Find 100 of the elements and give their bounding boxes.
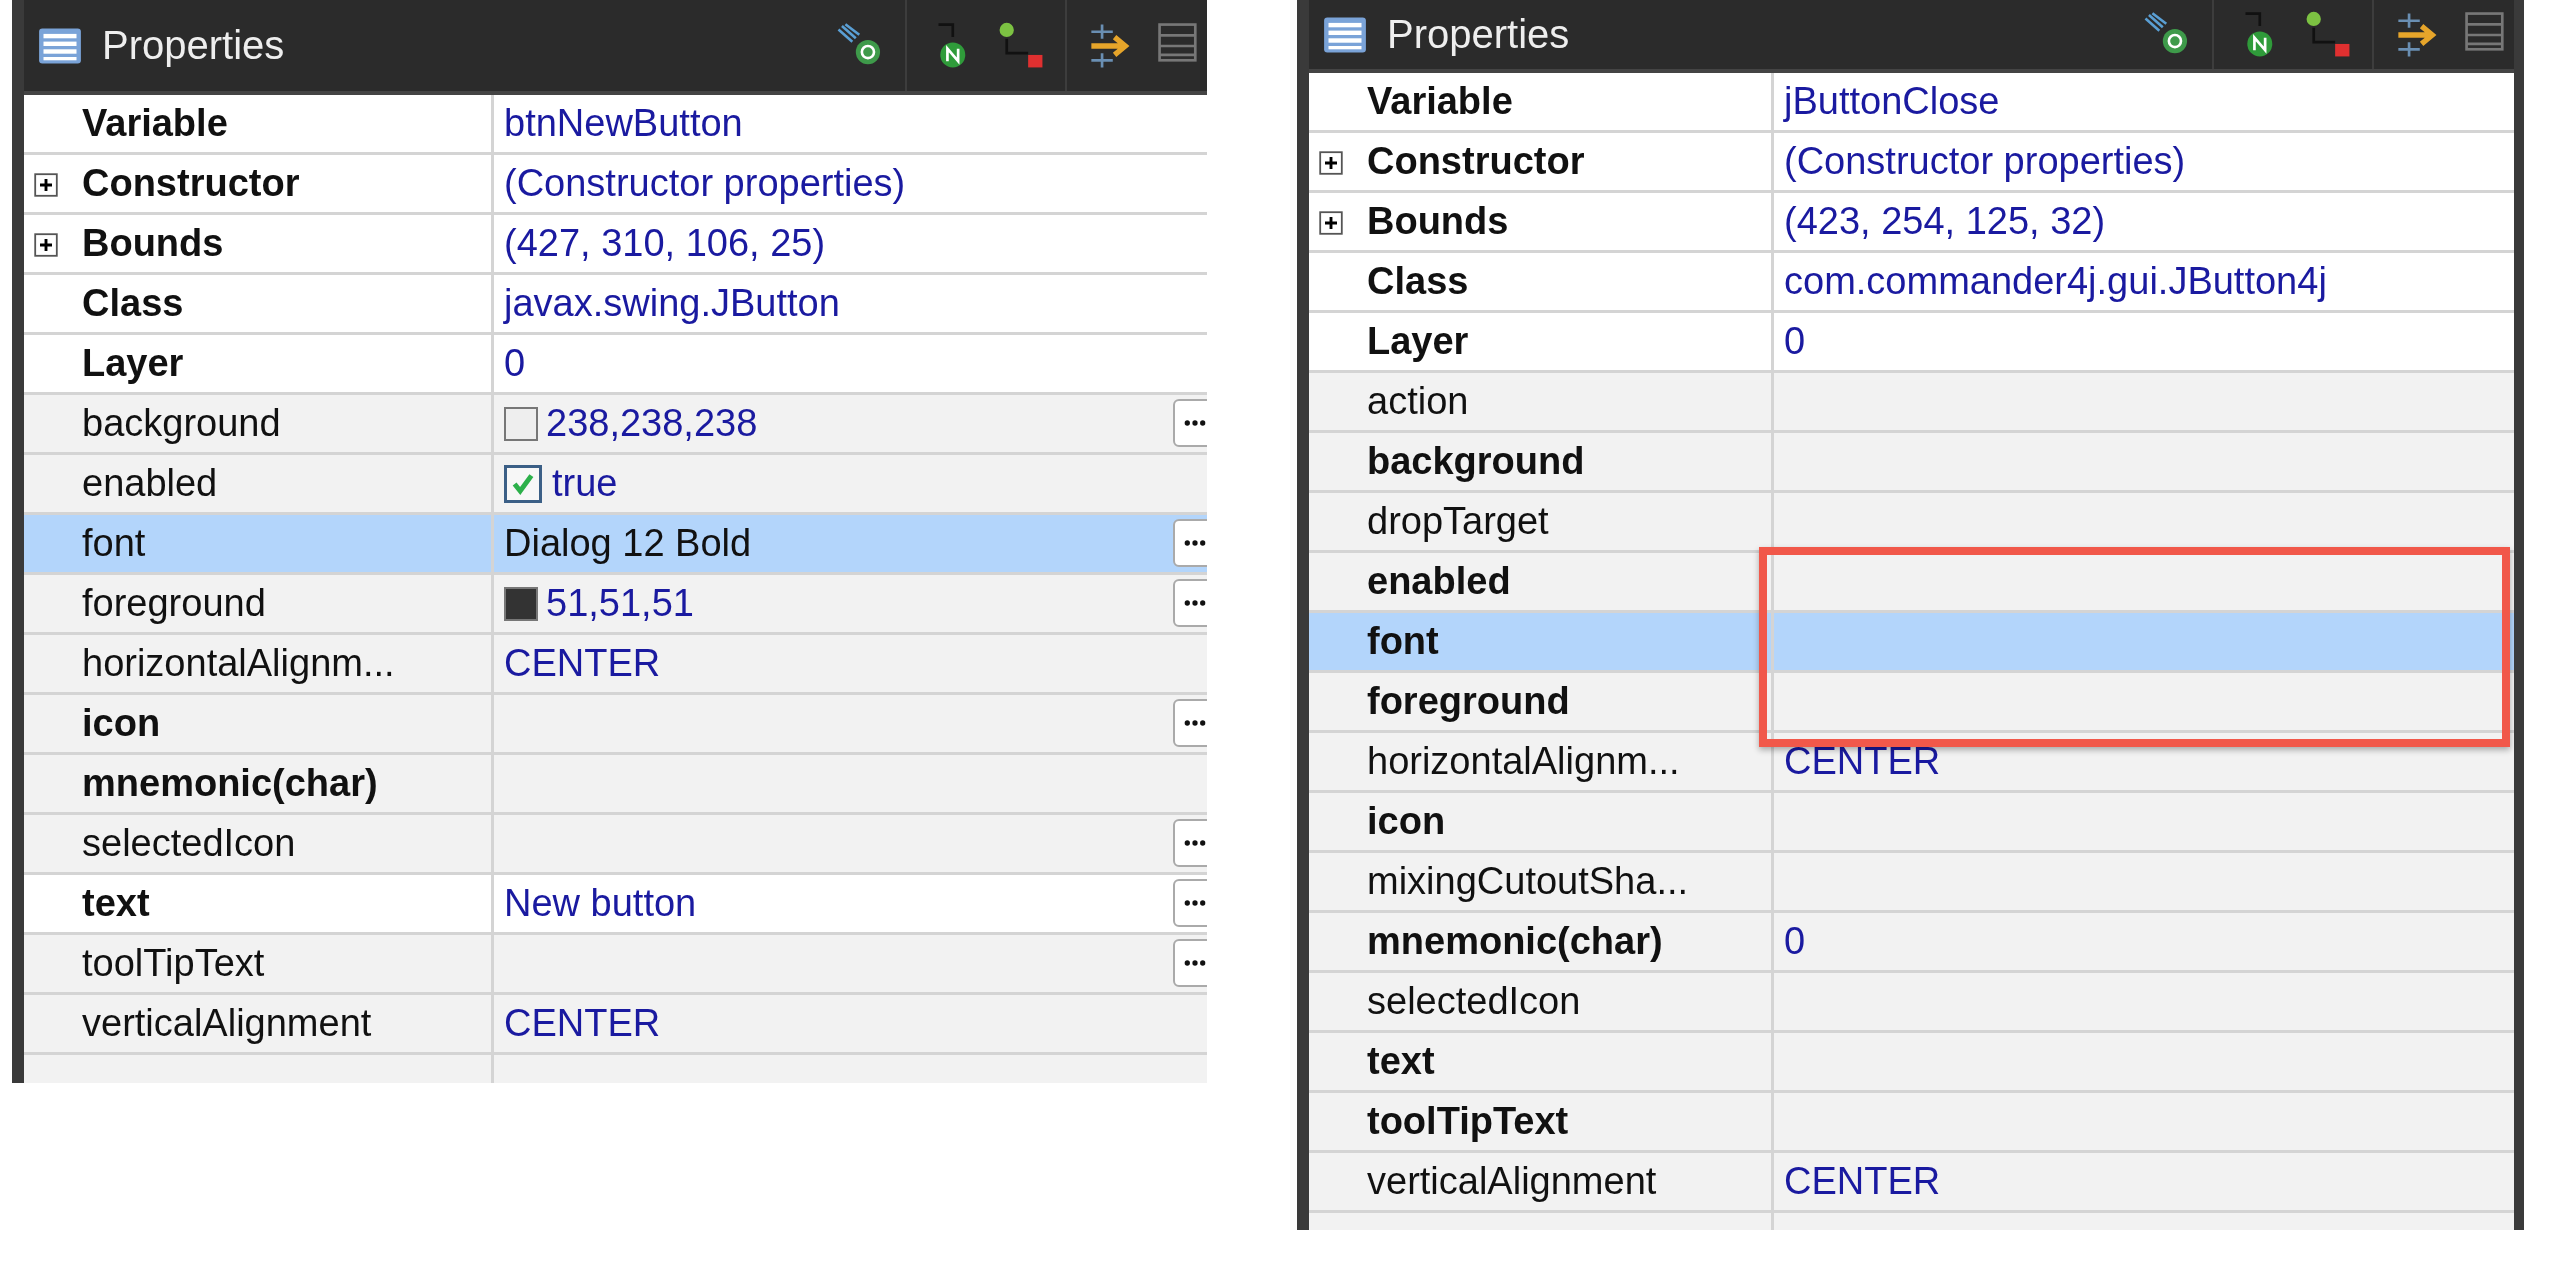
- property-name[interactable]: Layer: [1367, 320, 1469, 363]
- property-name[interactable]: horizontalAlignm...: [1367, 740, 1680, 783]
- property-value[interactable]: CENTER: [1784, 1160, 1941, 1203]
- property-name[interactable]: mnemonic(char): [82, 762, 378, 805]
- property-row[interactable]: font Dialog 12 Bold: [24, 515, 1207, 575]
- property-row[interactable]: enabled: [1309, 553, 2514, 613]
- property-row[interactable]: foreground: [1309, 673, 2514, 733]
- property-row[interactable]: verticalAlignment CENTER: [1309, 1153, 2514, 1213]
- property-value[interactable]: btnNewButton: [504, 102, 743, 145]
- property-row[interactable]: background: [1309, 433, 2514, 493]
- property-row[interactable]: toolTipText: [1309, 1093, 2514, 1153]
- property-value[interactable]: (427, 310, 106, 25): [504, 222, 826, 265]
- property-row[interactable]: dropTarget: [1309, 493, 2514, 553]
- property-row[interactable]: Bounds (427, 310, 106, 25): [24, 215, 1207, 275]
- property-row[interactable]: icon: [24, 695, 1207, 755]
- property-row[interactable]: Variable jButtonClose: [1309, 73, 2514, 133]
- more-button[interactable]: [1173, 399, 1207, 447]
- property-row[interactable]: mnemonic(char) 0: [1309, 913, 2514, 973]
- property-value[interactable]: jButtonClose: [1784, 80, 2000, 123]
- property-name[interactable]: text: [1367, 1040, 1435, 1083]
- property-name[interactable]: foreground: [1367, 680, 1570, 723]
- property-row[interactable]: toolTipText: [24, 935, 1207, 995]
- property-value[interactable]: CENTER: [1784, 740, 1941, 783]
- property-row[interactable]: Variable btnNewButton: [24, 95, 1207, 155]
- property-name[interactable]: Constructor: [82, 162, 300, 205]
- property-name[interactable]: enabled: [1367, 560, 1511, 603]
- property-row[interactable]: mnemonic(char): [24, 755, 1207, 815]
- property-name[interactable]: Bounds: [82, 222, 224, 265]
- more-button[interactable]: [1173, 819, 1207, 867]
- property-name[interactable]: mnemonic(char): [1367, 920, 1663, 963]
- property-name[interactable]: horizontalAlignm...: [82, 642, 395, 685]
- property-row[interactable]: Layer 0: [24, 335, 1207, 395]
- property-value[interactable]: com.commander4j.gui.JButton4j: [1784, 260, 2327, 303]
- property-name[interactable]: Variable: [1367, 80, 1513, 123]
- property-row[interactable]: verticalAlignment CENTER: [24, 995, 1207, 1055]
- property-value[interactable]: true: [552, 462, 618, 505]
- property-value[interactable]: 238,238,238: [546, 402, 758, 445]
- more-button[interactable]: [1173, 879, 1207, 927]
- property-row[interactable]: background 238,238,238: [24, 395, 1207, 455]
- more-button[interactable]: [1173, 579, 1207, 627]
- property-row[interactable]: mixingCutoutSha...: [1309, 853, 2514, 913]
- more-button[interactable]: [1173, 699, 1207, 747]
- property-name[interactable]: Class: [82, 282, 184, 325]
- more-button[interactable]: [1173, 519, 1207, 567]
- property-row[interactable]: selectedIcon: [1309, 973, 2514, 1033]
- property-name[interactable]: icon: [1367, 800, 1446, 843]
- property-name[interactable]: selectedIcon: [82, 822, 296, 865]
- property-row[interactable]: Bounds (423, 254, 125, 32): [1309, 193, 2514, 253]
- property-name[interactable]: text: [82, 882, 150, 925]
- property-row[interactable]: horizontalAlignm... CENTER: [24, 635, 1207, 695]
- property-row[interactable]: Layer 0: [1309, 313, 2514, 373]
- checkbox[interactable]: [504, 464, 542, 503]
- property-row[interactable]: Class javax.swing.JButton: [24, 275, 1207, 335]
- expand-icon[interactable]: [1319, 211, 1343, 235]
- property-name[interactable]: verticalAlignment: [1367, 1160, 1657, 1203]
- property-name[interactable]: Layer: [82, 342, 184, 385]
- property-value[interactable]: (Constructor properties): [1784, 140, 2186, 183]
- property-name[interactable]: font: [1367, 620, 1439, 663]
- expand-icon[interactable]: [34, 173, 58, 197]
- property-value[interactable]: 0: [1784, 920, 1806, 963]
- property-value[interactable]: 51,51,51: [546, 582, 694, 625]
- property-name[interactable]: dropTarget: [1367, 500, 1549, 543]
- property-row[interactable]: Constructor (Constructor properties): [1309, 133, 2514, 193]
- property-name[interactable]: icon: [82, 702, 161, 745]
- property-name[interactable]: foreground: [82, 582, 266, 625]
- expand-icon[interactable]: [34, 233, 58, 257]
- property-value[interactable]: New button: [504, 882, 697, 925]
- property-row[interactable]: text: [1309, 1033, 2514, 1093]
- property-name[interactable]: Constructor: [1367, 140, 1585, 183]
- property-name[interactable]: Bounds: [1367, 200, 1509, 243]
- property-value[interactable]: (423, 254, 125, 32): [1784, 200, 2106, 243]
- expand-icon[interactable]: [1319, 151, 1343, 175]
- property-name[interactable]: font: [82, 522, 146, 565]
- property-name[interactable]: verticalAlignment: [82, 1002, 372, 1045]
- property-row[interactable]: font: [1309, 613, 2514, 673]
- property-value[interactable]: (Constructor properties): [504, 162, 906, 205]
- property-name[interactable]: background: [1367, 440, 1585, 483]
- property-row[interactable]: Class com.commander4j.gui.JButton4j: [1309, 253, 2514, 313]
- property-value[interactable]: Dialog 12 Bold: [504, 522, 752, 565]
- property-name[interactable]: toolTipText: [1367, 1100, 1569, 1143]
- property-row[interactable]: horizontalAlignm... CENTER: [1309, 733, 2514, 793]
- property-row[interactable]: action: [1309, 373, 2514, 433]
- property-value[interactable]: CENTER: [504, 1002, 661, 1045]
- property-name[interactable]: mixingCutoutSha...: [1367, 860, 1689, 903]
- property-row[interactable]: icon: [1309, 793, 2514, 853]
- property-name[interactable]: action: [1367, 380, 1469, 423]
- more-button[interactable]: [1173, 939, 1207, 987]
- property-name[interactable]: toolTipText: [82, 942, 265, 985]
- property-row[interactable]: foreground 51,51,51: [24, 575, 1207, 635]
- property-value[interactable]: 0: [504, 342, 526, 385]
- property-name[interactable]: Class: [1367, 260, 1469, 303]
- property-name[interactable]: Variable: [82, 102, 228, 145]
- property-value[interactable]: 0: [1784, 320, 1806, 363]
- property-row[interactable]: enabled true: [24, 455, 1207, 515]
- property-name[interactable]: background: [82, 402, 281, 445]
- property-value[interactable]: javax.swing.JButton: [504, 282, 840, 325]
- property-name[interactable]: enabled: [82, 462, 218, 505]
- property-row[interactable]: selectedIcon: [24, 815, 1207, 875]
- property-value[interactable]: CENTER: [504, 642, 661, 685]
- property-row[interactable]: Constructor (Constructor properties): [24, 155, 1207, 215]
